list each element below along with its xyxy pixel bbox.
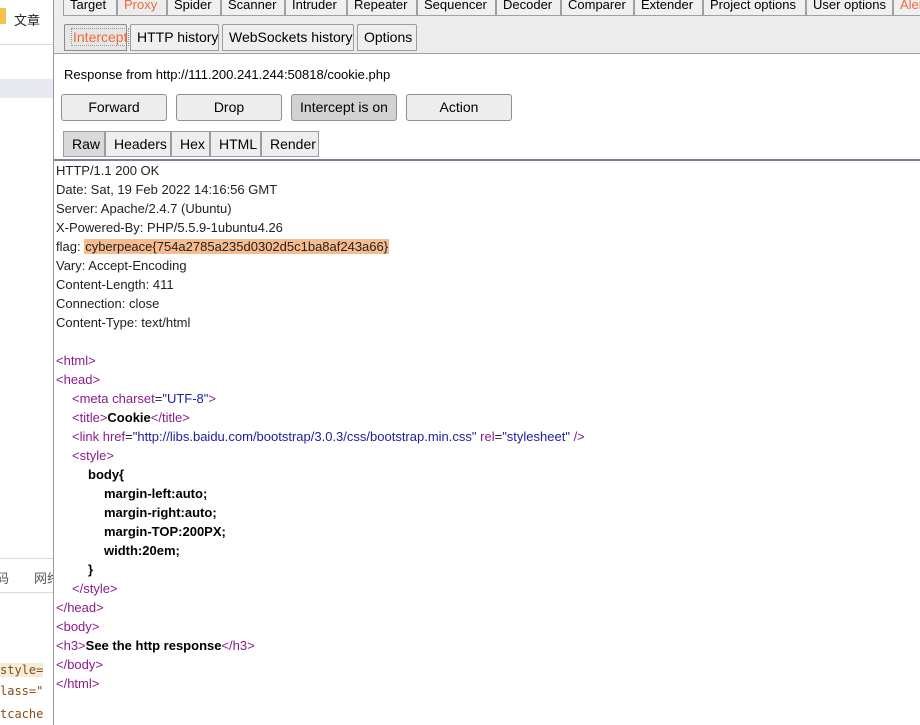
screen: 文章 码 网络 style= lass=" tcache Target Prox… bbox=[0, 0, 920, 725]
css-line: margin-TOP:200PX; bbox=[104, 524, 226, 539]
proxy-tab-bar: Intercept HTTP history WebSockets histor… bbox=[54, 17, 920, 54]
message-editor-tab-bar: Raw Headers Hex HTML Render bbox=[54, 131, 920, 160]
tab-sequencer[interactable]: Sequencer bbox=[417, 0, 496, 16]
tab-project-options[interactable]: Project options bbox=[703, 0, 806, 16]
h3-text: See the http response bbox=[85, 638, 222, 653]
background-app-label: 网络 bbox=[34, 571, 53, 586]
tab-target[interactable]: Target bbox=[63, 0, 117, 16]
link-rel-value: "stylesheet" bbox=[502, 429, 570, 444]
tab-scanner[interactable]: Scanner bbox=[221, 0, 285, 16]
flag-header-name: flag: bbox=[56, 239, 85, 254]
response-header-date: Date: Sat, 19 Feb 2022 14:16:56 GMT bbox=[56, 182, 278, 197]
html-line: </style> bbox=[72, 581, 118, 596]
background-divider bbox=[0, 592, 53, 593]
html-line: <style> bbox=[72, 448, 114, 463]
tab-spider[interactable]: Spider bbox=[167, 0, 221, 16]
flag-value-highlight: cyberpeace{754a2785a235d0302d5c1ba8af243… bbox=[84, 239, 390, 254]
html-line: <head> bbox=[56, 372, 101, 387]
burp-window: Target Proxy Spider Scanner Intruder Rep… bbox=[53, 0, 920, 725]
response-header-vary: Vary: Accept-Encoding bbox=[56, 258, 187, 273]
tab-websockets-history[interactable]: WebSockets history bbox=[222, 24, 354, 51]
response-source-label: Response from http://111.200.241.244:508… bbox=[64, 67, 391, 82]
background-divider bbox=[0, 44, 53, 45]
tab-hex[interactable]: Hex bbox=[171, 131, 210, 157]
tab-proxy[interactable]: Proxy bbox=[117, 0, 167, 16]
response-header-server: Server: Apache/2.4.7 (Ubuntu) bbox=[56, 201, 232, 216]
background-app-strip: 文章 码 网络 style= lass=" tcache bbox=[0, 0, 53, 725]
response-status-line: HTTP/1.1 200 OK bbox=[56, 163, 160, 178]
background-app-marker bbox=[0, 8, 6, 24]
background-highlight-bar bbox=[0, 79, 53, 98]
css-line: width:20em; bbox=[104, 543, 180, 558]
tab-alerts[interactable]: Alerts bbox=[893, 0, 920, 16]
css-line: margin-left:auto; bbox=[104, 486, 208, 501]
background-divider bbox=[0, 558, 53, 559]
main-tab-bar: Target Proxy Spider Scanner Intruder Rep… bbox=[54, 0, 920, 18]
response-header-connection: Connection: close bbox=[56, 296, 160, 311]
tab-intruder[interactable]: Intruder bbox=[285, 0, 347, 16]
background-code-line: tcache bbox=[0, 707, 44, 721]
tab-http-history[interactable]: HTTP history bbox=[130, 24, 219, 51]
tab-repeater[interactable]: Repeater bbox=[347, 0, 417, 16]
meta-charset-value: "UTF-8" bbox=[162, 391, 209, 406]
html-line-title: <title>Cookie</title> bbox=[72, 410, 190, 425]
background-app-label: 文章 bbox=[14, 13, 41, 28]
html-line: </body> bbox=[56, 657, 103, 672]
background-code-line: lass=" bbox=[0, 684, 44, 698]
action-button[interactable]: Action bbox=[406, 94, 512, 121]
background-code-line: style= bbox=[0, 663, 44, 677]
link-href-value: "http://libs.baidu.com/bootstrap/3.0.3/c… bbox=[132, 429, 477, 444]
tab-intercept-label: Intercept bbox=[71, 28, 130, 46]
tab-headers[interactable]: Headers bbox=[105, 131, 171, 157]
tab-options[interactable]: Options bbox=[357, 24, 417, 51]
tab-render[interactable]: Render bbox=[261, 131, 319, 157]
background-app-label: 码 bbox=[0, 571, 10, 586]
tab-html[interactable]: HTML bbox=[210, 131, 261, 157]
response-header-powered-by: X-Powered-By: PHP/5.5.9-1ubuntu4.26 bbox=[56, 220, 283, 235]
html-line: <html> bbox=[56, 353, 96, 368]
css-line: body{ bbox=[88, 467, 125, 482]
html-line: <body> bbox=[56, 619, 100, 634]
intercept-toggle-button[interactable]: Intercept is on bbox=[291, 94, 397, 121]
css-line: } bbox=[88, 562, 94, 577]
tab-decoder[interactable]: Decoder bbox=[496, 0, 561, 16]
tab-extender[interactable]: Extender bbox=[634, 0, 703, 16]
html-line-h3: <h3>See the http response</h3> bbox=[56, 638, 255, 653]
tab-intercept[interactable]: Intercept bbox=[64, 24, 130, 51]
css-line: margin-right:auto; bbox=[104, 505, 217, 520]
response-header-content-length: Content-Length: 411 bbox=[56, 277, 174, 292]
response-header-flag: flag: cyberpeace{754a2785a235d0302d5c1ba… bbox=[56, 237, 390, 256]
forward-button[interactable]: Forward bbox=[61, 94, 167, 121]
html-line-meta: <meta charset="UTF-8"> bbox=[72, 391, 216, 406]
tab-comparer[interactable]: Comparer bbox=[561, 0, 634, 16]
title-text: Cookie bbox=[107, 410, 151, 425]
drop-button[interactable]: Drop bbox=[176, 94, 282, 121]
html-line: </head> bbox=[56, 600, 104, 615]
background-code-area: style= lass=" tcache bbox=[0, 655, 53, 725]
raw-response-text-area[interactable]: HTTP/1.1 200 OK Date: Sat, 19 Feb 2022 1… bbox=[56, 161, 916, 721]
html-line-link: <link href="http://libs.baidu.com/bootst… bbox=[72, 429, 585, 444]
html-line: </html> bbox=[56, 676, 100, 691]
tab-raw[interactable]: Raw bbox=[63, 131, 105, 157]
response-header-content-type: Content-Type: text/html bbox=[56, 315, 191, 330]
tab-user-options[interactable]: User options bbox=[806, 0, 893, 16]
